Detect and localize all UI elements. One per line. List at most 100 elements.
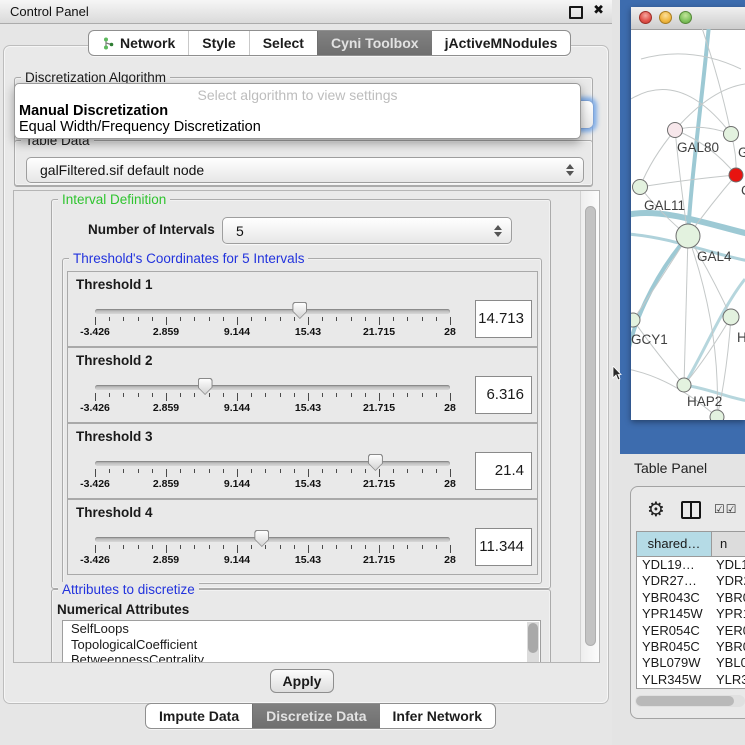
attributes-group-title: Attributes to discretize bbox=[58, 582, 199, 597]
threshold-panel: Threshold 2-3.4262.8599.14415.4321.71528… bbox=[67, 347, 538, 423]
attribute-list-item[interactable]: TopologicalCoefficient bbox=[63, 637, 540, 653]
bottom-tab-impute-data[interactable]: Impute Data bbox=[146, 704, 252, 728]
column-header-shared-name[interactable]: shared… bbox=[637, 532, 712, 556]
table-row[interactable]: YBL079WYBL0 bbox=[637, 655, 745, 671]
tick-mark bbox=[393, 393, 394, 397]
slider-track[interactable] bbox=[95, 461, 450, 466]
table-row[interactable]: YBR045CYBR0 bbox=[637, 639, 745, 655]
column-layout-icon[interactable] bbox=[681, 501, 701, 519]
panel-scrollbar-thumb[interactable] bbox=[585, 206, 596, 646]
threshold-value-field[interactable]: 14.713 bbox=[475, 300, 532, 338]
table-row[interactable]: YBR043CYBR0 bbox=[637, 590, 745, 606]
slider-thumb[interactable] bbox=[254, 530, 269, 547]
scale-label: 2.859 bbox=[153, 326, 179, 338]
tick-mark bbox=[436, 545, 437, 549]
network-node[interactable] bbox=[668, 123, 683, 138]
num-intervals-combobox[interactable]: 5 bbox=[222, 217, 512, 244]
network-edge[interactable] bbox=[633, 320, 684, 385]
tick-mark bbox=[365, 469, 366, 473]
network-window-titlebar[interactable] bbox=[631, 7, 745, 30]
network-edge[interactable] bbox=[684, 279, 745, 385]
close-traffic-light-icon[interactable] bbox=[639, 11, 652, 24]
table-horizontal-scrollbar[interactable] bbox=[635, 695, 745, 707]
select-columns-icon[interactable]: ☑☑ bbox=[714, 502, 738, 516]
network-edge[interactable] bbox=[641, 54, 741, 69]
table-body: YDL19…YDL1YDR27…YDR2YBR043CYBR0YPR145WYP… bbox=[637, 557, 745, 689]
bottom-tab-discretize-data[interactable]: Discretize Data bbox=[252, 704, 379, 728]
table-row[interactable]: YDR27…YDR2 bbox=[637, 573, 745, 589]
network-edge[interactable] bbox=[675, 84, 745, 130]
tick-mark bbox=[109, 393, 110, 397]
threshold-value-field[interactable]: 21.4 bbox=[475, 452, 532, 490]
tab-select[interactable]: Select bbox=[249, 31, 317, 55]
threshold-value-field[interactable]: 11.344 bbox=[475, 528, 532, 566]
network-edge[interactable] bbox=[684, 236, 688, 385]
network-node[interactable] bbox=[723, 309, 739, 325]
network-node[interactable] bbox=[710, 410, 724, 420]
float-window-icon[interactable] bbox=[569, 6, 583, 19]
slider-thumb[interactable] bbox=[368, 454, 383, 471]
table-data-combobox[interactable]: galFiltered.sif default node bbox=[26, 157, 584, 183]
table-row[interactable]: YPR145WYPR1 bbox=[637, 606, 745, 622]
tick-mark bbox=[209, 469, 210, 473]
bottom-tab-infer-network[interactable]: Infer Network bbox=[380, 704, 495, 728]
network-node[interactable] bbox=[631, 313, 640, 327]
close-icon[interactable]: ✖ bbox=[593, 3, 604, 18]
network-edge[interactable] bbox=[633, 236, 688, 320]
tab-network[interactable]: Network bbox=[89, 31, 188, 55]
list-scrollbar-thumb[interactable] bbox=[528, 623, 538, 653]
table-row[interactable]: YER054CYER0 bbox=[637, 623, 745, 639]
panel-scrollbar[interactable] bbox=[580, 191, 600, 662]
tab-style[interactable]: Style bbox=[188, 31, 248, 55]
network-node[interactable] bbox=[677, 378, 691, 392]
thresholds-group: Threshold's Coordinates for 5 Intervals … bbox=[62, 258, 542, 584]
tab-cyni-toolbox[interactable]: Cyni Toolbox bbox=[317, 31, 432, 55]
zoom-traffic-light-icon[interactable] bbox=[679, 11, 692, 24]
slider-thumb[interactable] bbox=[198, 378, 213, 395]
network-node[interactable] bbox=[633, 180, 648, 195]
network-edge[interactable] bbox=[640, 175, 736, 187]
scale-label: -3.426 bbox=[80, 402, 110, 414]
tick-mark bbox=[109, 317, 110, 321]
slider-thumb[interactable] bbox=[292, 302, 307, 319]
gear-icon[interactable]: ⚙ bbox=[647, 497, 665, 521]
tab-jactivemnodules[interactable]: jActiveMNodules bbox=[432, 31, 571, 55]
slider-track[interactable] bbox=[95, 537, 450, 542]
column-header-name[interactable]: n bbox=[712, 532, 745, 556]
table-row[interactable]: YLR345WYLR3 bbox=[637, 672, 745, 688]
attribute-list-item[interactable]: BetweennessCentrality bbox=[63, 652, 540, 663]
mouse-cursor bbox=[612, 366, 622, 381]
algorithm-option[interactable]: Equal Width/Frequency Discretization bbox=[19, 119, 261, 135]
algorithm-option[interactable]: Manual Discretization bbox=[19, 103, 168, 119]
threshold-value-field[interactable]: 6.316 bbox=[475, 376, 532, 414]
network-node[interactable] bbox=[729, 168, 743, 182]
attributes-listbox[interactable]: SelfLoopsTopologicalCoefficientBetweenne… bbox=[62, 620, 541, 663]
slider-track[interactable] bbox=[95, 309, 450, 314]
tick-mark bbox=[180, 545, 181, 549]
slider-ticks bbox=[95, 469, 450, 478]
network-edge[interactable] bbox=[631, 369, 717, 417]
slider-scale-labels: -3.4262.8599.14415.4321.71528 bbox=[95, 326, 450, 338]
tick-mark bbox=[294, 469, 295, 473]
apply-button[interactable]: Apply bbox=[270, 669, 334, 693]
slider-scale-labels: -3.4262.8599.14415.4321.71528 bbox=[95, 478, 450, 490]
network-edge[interactable] bbox=[640, 130, 675, 187]
slider-track[interactable] bbox=[95, 385, 450, 390]
scale-label: 21.715 bbox=[363, 326, 395, 338]
tick-mark bbox=[180, 469, 181, 473]
list-scrollbar[interactable] bbox=[527, 622, 539, 663]
network-node[interactable] bbox=[724, 127, 739, 142]
table-row[interactable]: YIL052CYIL0 bbox=[637, 688, 745, 689]
network-edge[interactable] bbox=[688, 29, 709, 236]
network-edge[interactable] bbox=[675, 127, 731, 134]
attribute-list-item[interactable]: SelfLoops bbox=[63, 621, 540, 637]
network-canvas[interactable]: GAL80GACGAL11GAL4GCY1HHAP2 bbox=[631, 29, 745, 420]
table-scrollbar-thumb[interactable] bbox=[636, 696, 734, 706]
table-row[interactable]: YDL19…YDL1 bbox=[637, 557, 745, 573]
tick-mark bbox=[322, 545, 323, 549]
tick-mark bbox=[251, 393, 252, 397]
minimize-traffic-light-icon[interactable] bbox=[659, 11, 672, 24]
network-node[interactable] bbox=[676, 224, 700, 248]
thresholds-group-title: Threshold's Coordinates for 5 Intervals bbox=[69, 251, 308, 266]
tick-mark bbox=[436, 317, 437, 321]
